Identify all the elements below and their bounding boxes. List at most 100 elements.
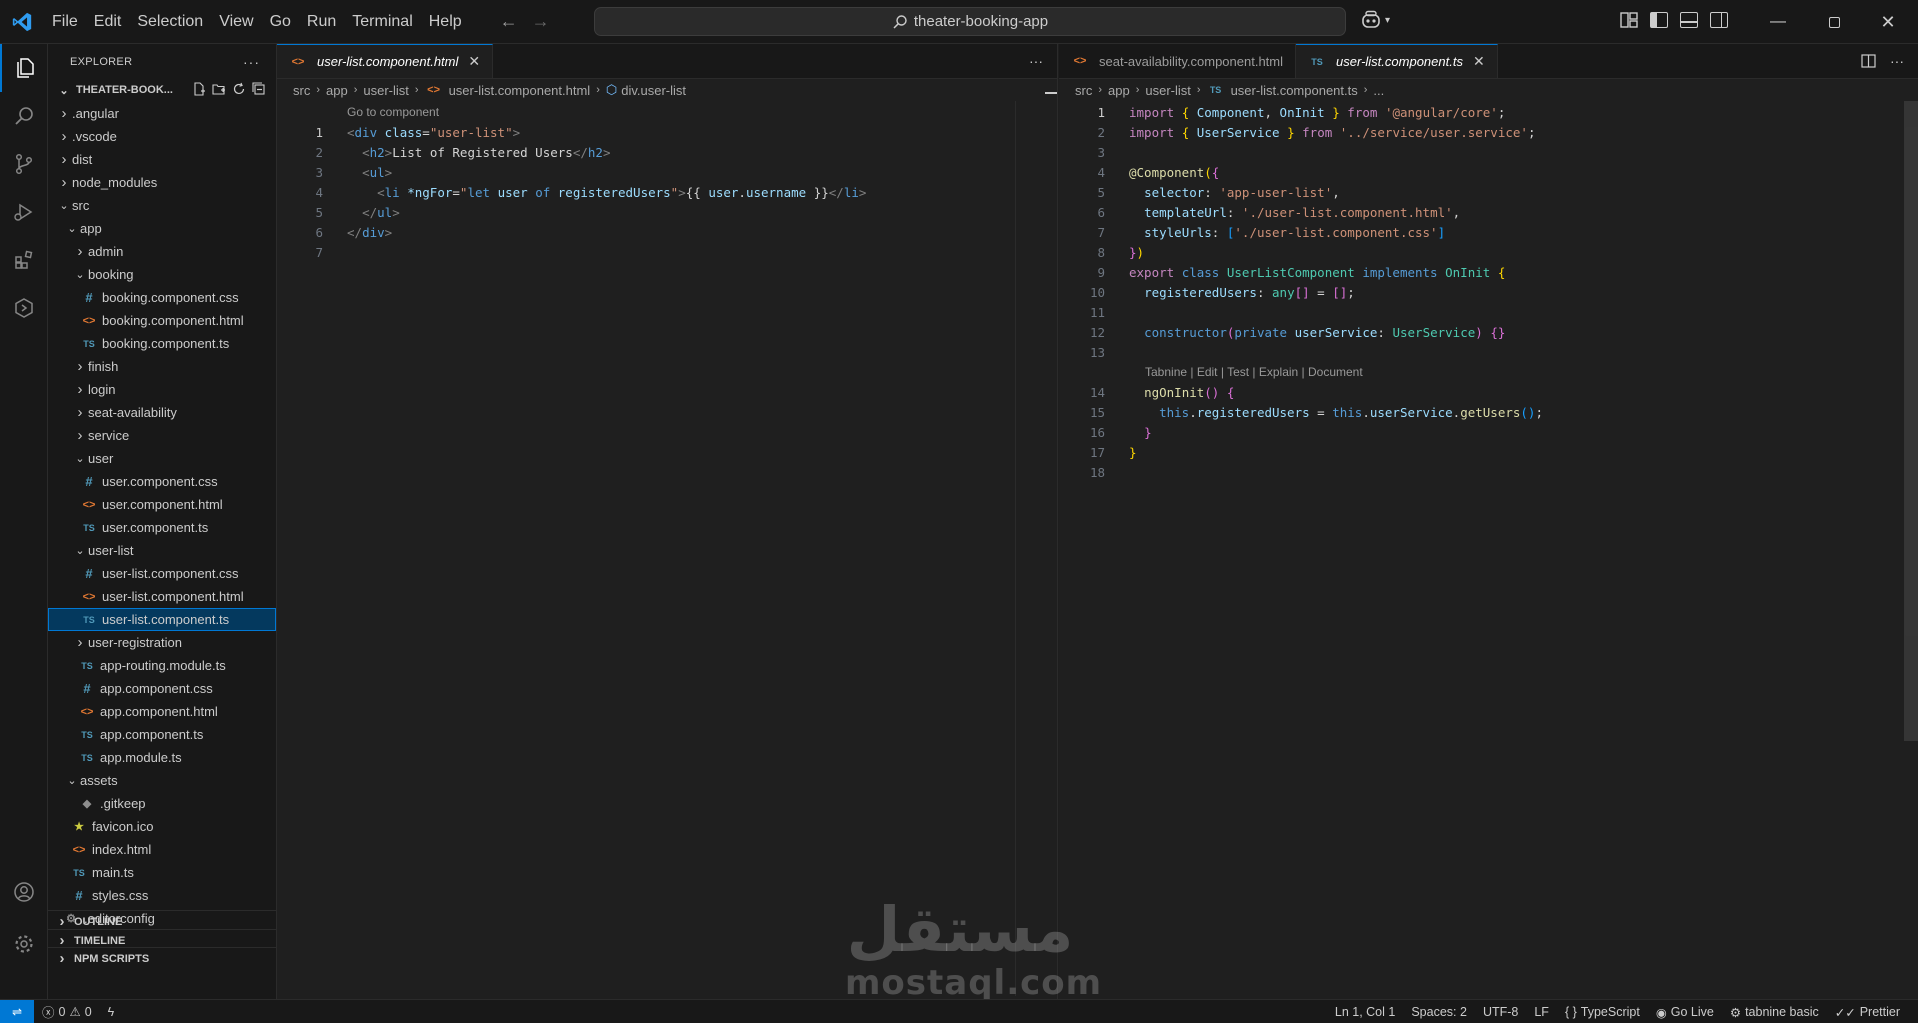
tree-file[interactable]: # user-list.component.css	[48, 562, 276, 585]
tree-folder[interactable]: › seat-availability	[48, 401, 276, 424]
refresh-icon[interactable]	[232, 82, 246, 99]
tree-folder[interactable]: › dist	[48, 148, 276, 171]
tree-file[interactable]: # user.component.css	[48, 470, 276, 493]
code-lens[interactable]: Tabnine | Edit | Test | Explain | Docume…	[1059, 362, 1918, 382]
tab-user-list-ts[interactable]: TS user-list.component.ts ✕	[1296, 44, 1498, 78]
tree-folder[interactable]: › finish	[48, 355, 276, 378]
more-actions-icon[interactable]: ···	[243, 54, 260, 70]
tree-folder[interactable]: ⌄ user	[48, 447, 276, 470]
code-editor[interactable]: 1 import { Component, OnInit } from '@ang…	[1059, 102, 1918, 482]
close-icon[interactable]: ✕	[468, 53, 480, 70]
new-folder-icon[interactable]	[212, 82, 226, 99]
prettier-status[interactable]: ✓✓ Prettier	[1827, 1005, 1908, 1020]
back-arrow-icon[interactable]: ←	[500, 11, 518, 32]
tree-folder[interactable]: ⌄ booking	[48, 263, 276, 286]
tree-file[interactable]: # app.component.css	[48, 677, 276, 700]
code-editor[interactable]: Go to component 1 <div class="user-list"> 2…	[277, 102, 1057, 262]
collapse-all-icon[interactable]	[252, 81, 266, 99]
tree-file[interactable]: TS booking.component.ts	[48, 332, 276, 355]
tree-file[interactable]: TS app-routing.module.ts	[48, 654, 276, 677]
tree-folder[interactable]: › node_modules	[48, 171, 276, 194]
menu-run[interactable]: Run	[299, 0, 344, 44]
tree-folder[interactable]: ⌄ user-list	[48, 539, 276, 562]
run-debug-icon[interactable]	[0, 188, 48, 236]
tree-file[interactable]: ★ favicon.ico	[48, 815, 276, 838]
cursor-position[interactable]: Ln 1, Col 1	[1327, 1005, 1403, 1019]
menu-selection[interactable]: Selection	[129, 0, 211, 44]
go-live-button[interactable]: ◉ Go Live	[1648, 1005, 1722, 1020]
tree-file[interactable]: TS app.component.ts	[48, 723, 276, 746]
tree-folder[interactable]: › login	[48, 378, 276, 401]
breadcrumb-item[interactable]: user-list.component.html	[449, 83, 591, 98]
breadcrumb-item[interactable]: div.user-list	[621, 83, 686, 98]
command-center[interactable]: theater-booking-app	[594, 7, 1346, 36]
extensions-icon[interactable]	[0, 236, 48, 284]
toggle-secondary-sidebar-icon[interactable]	[1710, 12, 1728, 28]
tree-folder[interactable]: ⌄ assets	[48, 769, 276, 792]
language-mode[interactable]: { } TypeScript	[1557, 1005, 1648, 1019]
encoding[interactable]: UTF-8	[1475, 1005, 1526, 1019]
tree-folder[interactable]: › service	[48, 424, 276, 447]
copilot-button[interactable]: ▾	[1360, 10, 1390, 30]
tabnine-status[interactable]: ⚙ tabnine basic	[1722, 1005, 1827, 1020]
section-npm-scripts[interactable]: › NPM SCRIPTS	[48, 947, 276, 969]
tree-folder[interactable]: › user-registration	[48, 631, 276, 654]
remote-explorer-icon[interactable]	[0, 284, 48, 332]
tree-folder[interactable]: › admin	[48, 240, 276, 263]
breadcrumb-item[interactable]: ...	[1373, 83, 1384, 98]
gear-icon[interactable]	[0, 920, 48, 968]
account-icon[interactable]	[0, 868, 48, 916]
tree-folder[interactable]: › .vscode	[48, 125, 276, 148]
breadcrumb-item[interactable]: app	[326, 83, 348, 98]
tree-file[interactable]: <> app.component.html	[48, 700, 276, 723]
breadcrumb-item[interactable]: user-list	[1145, 83, 1191, 98]
tree-folder[interactable]: ⌄ app	[48, 217, 276, 240]
breadcrumb-item[interactable]: user-list.component.ts	[1231, 83, 1358, 98]
lightning-icon[interactable]: ϟ	[100, 1005, 123, 1019]
tree-folder[interactable]: › .angular	[48, 102, 276, 125]
split-editor-icon[interactable]	[1861, 54, 1876, 71]
customize-layout-icon[interactable]	[1620, 12, 1638, 28]
tree-file[interactable]: ◆ .gitkeep	[48, 792, 276, 815]
project-root[interactable]: ⌄ THEATER-BOOK...	[48, 79, 276, 101]
close-icon[interactable]: ✕	[1473, 53, 1485, 70]
vertical-scrollbar[interactable]	[1904, 101, 1918, 741]
tab-user-list-html[interactable]: <> user-list.component.html ✕	[277, 44, 494, 78]
minimize-icon[interactable]: —	[1748, 0, 1808, 44]
menu-terminal[interactable]: Terminal	[344, 0, 420, 44]
close-window-icon[interactable]: ✕	[1858, 0, 1918, 44]
search-icon[interactable]	[0, 92, 48, 140]
tree-file[interactable]: TS user.component.ts	[48, 516, 276, 539]
explorer-icon[interactable]	[0, 44, 48, 92]
tree-folder[interactable]: ⌄ src	[48, 194, 276, 217]
new-file-icon[interactable]	[192, 81, 206, 99]
end-of-line[interactable]: LF	[1526, 1005, 1557, 1019]
breadcrumb-item[interactable]: src	[1075, 83, 1092, 98]
menu-edit[interactable]: Edit	[86, 0, 130, 44]
tree-file[interactable]: # booking.component.css	[48, 286, 276, 309]
more-actions-icon[interactable]: ···	[1029, 53, 1043, 69]
breadcrumb-item[interactable]: app	[1108, 83, 1130, 98]
menu-view[interactable]: View	[211, 0, 261, 44]
code-lens[interactable]: Go to component	[277, 102, 1057, 122]
menu-help[interactable]: Help	[421, 0, 470, 44]
scrollbar-thumb[interactable]	[1045, 92, 1057, 94]
tree-file[interactable]: TS user-list.component.ts	[48, 608, 276, 631]
toggle-primary-sidebar-icon[interactable]	[1650, 12, 1668, 28]
menu-file[interactable]: File	[44, 0, 86, 44]
source-control-icon[interactable]	[0, 140, 48, 188]
tree-file[interactable]: # styles.css	[48, 884, 276, 907]
restore-icon[interactable]	[1804, 0, 1864, 44]
forward-arrow-icon[interactable]: →	[532, 11, 550, 32]
indentation[interactable]: Spaces: 2	[1403, 1005, 1475, 1019]
tree-file[interactable]: <> user.component.html	[48, 493, 276, 516]
breadcrumb-item[interactable]: user-list	[363, 83, 409, 98]
tree-file[interactable]: TS app.module.ts	[48, 746, 276, 769]
problems-indicator[interactable]: ⓧ 0 ⚠ 0	[34, 1002, 100, 1021]
tree-file[interactable]: TS main.ts	[48, 861, 276, 884]
tree-file[interactable]: <> booking.component.html	[48, 309, 276, 332]
tab-seat-availability-html[interactable]: <> seat-availability.component.html	[1059, 44, 1297, 78]
tree-file[interactable]: <> index.html	[48, 838, 276, 861]
more-actions-icon[interactable]: ···	[1890, 53, 1904, 69]
tree-file[interactable]: <> user-list.component.html	[48, 585, 276, 608]
